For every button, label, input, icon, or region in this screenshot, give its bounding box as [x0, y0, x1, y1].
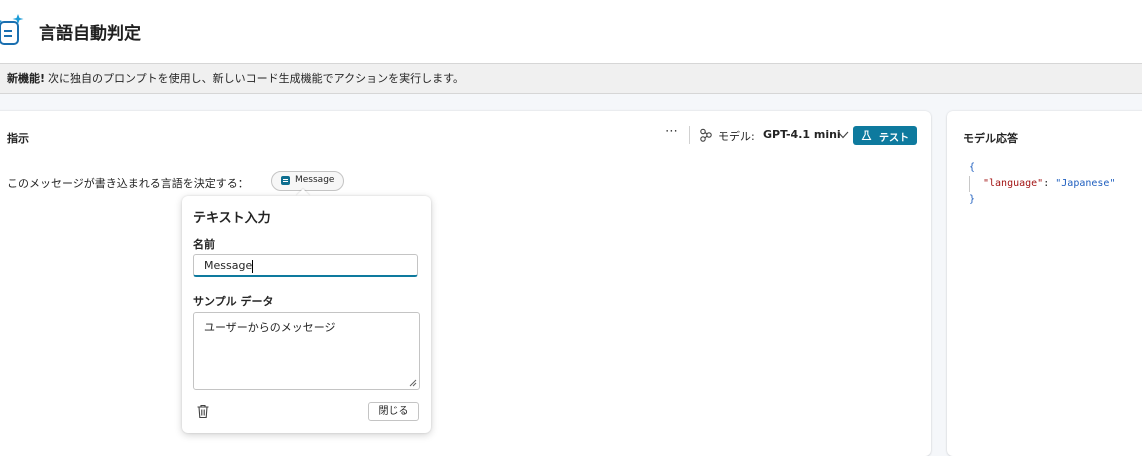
- response-title: モデル応答: [963, 132, 1018, 145]
- sample-data-value: ユーザーからのメッセージ: [204, 321, 336, 334]
- json-output: { "language": "Japanese" }: [969, 160, 1115, 208]
- name-input[interactable]: Message: [193, 254, 418, 277]
- chevron-down-icon[interactable]: [837, 130, 849, 140]
- instructions-panel: 指示: [0, 111, 931, 456]
- json-colon: :: [1043, 178, 1056, 189]
- json-open-brace: {: [969, 162, 976, 173]
- close-button[interactable]: 閉じる: [368, 402, 419, 421]
- text-input-popup: テキスト入力 名前 Message サンプル データ ユーザーからのメッセージ …: [182, 196, 431, 433]
- message-input-chip[interactable]: Message: [271, 171, 344, 191]
- delete-icon[interactable]: [196, 404, 210, 419]
- name-input-value: Message: [204, 259, 253, 272]
- json-key: "language": [983, 178, 1044, 189]
- name-label: 名前: [193, 238, 215, 251]
- instructions-title: 指示: [7, 132, 29, 145]
- test-button-label: テスト: [879, 133, 909, 144]
- more-options-button[interactable]: ⋯: [665, 124, 679, 139]
- sample-data-label: サンプル データ: [193, 295, 274, 308]
- page-header: 言語自動判定: [0, 0, 1142, 64]
- flask-icon: [861, 130, 872, 141]
- resize-handle-icon[interactable]: [409, 379, 417, 387]
- model-select[interactable]: GPT-4.1 mini: [763, 128, 841, 141]
- instruction-text[interactable]: このメッセージが書き込まれる言語を決定する：: [7, 175, 249, 191]
- banner-text: 次に独自のプロンプトを使用し、新しいコード生成機能でアクションを実行します。: [48, 72, 465, 85]
- indent-guide: [969, 176, 970, 192]
- json-close-brace: }: [969, 194, 976, 205]
- sample-data-textarea[interactable]: ユーザーからのメッセージ: [193, 312, 420, 390]
- text-input-icon: [281, 176, 290, 185]
- test-button[interactable]: テスト: [853, 126, 917, 145]
- page-title: 言語自動判定: [39, 24, 141, 44]
- ai-prompt-icon: [0, 14, 24, 45]
- json-value: "Japanese": [1055, 178, 1116, 189]
- text-caret: [252, 259, 254, 273]
- popup-title: テキスト入力: [193, 211, 271, 226]
- new-feature-banner: 新機能! 次に独自のプロンプトを使用し、新しいコード生成機能でアクションを実行し…: [0, 64, 1142, 94]
- banner-bold: 新機能!: [7, 72, 46, 85]
- model-label: モデル:: [718, 130, 755, 143]
- toolbar-divider: [689, 126, 690, 144]
- model-icon: [700, 128, 712, 142]
- chip-label: Message: [295, 175, 335, 185]
